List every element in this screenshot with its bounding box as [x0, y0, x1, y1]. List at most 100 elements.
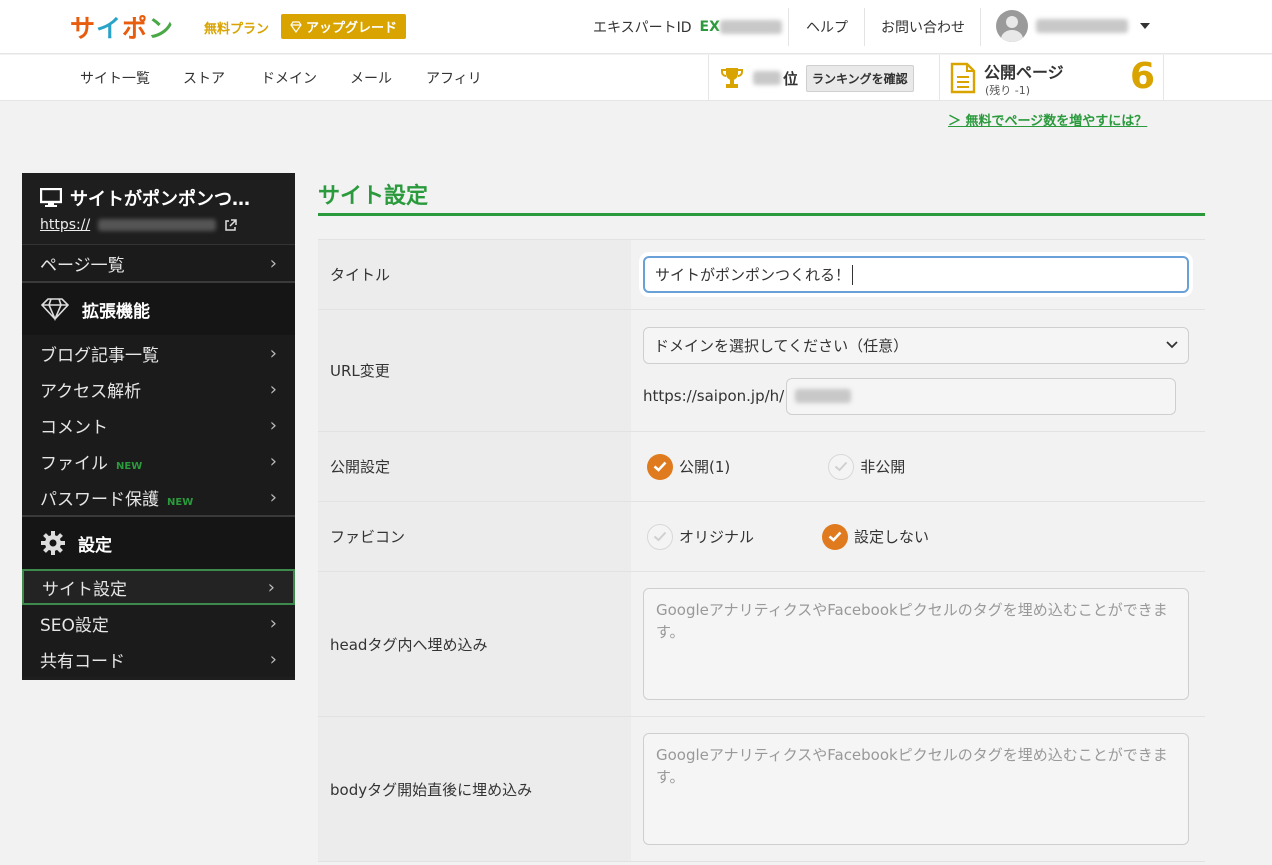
- sidebar-item-seo-settings[interactable]: SEO設定 ›: [22, 605, 295, 641]
- top-header: サイポン 無料プラン アップグレード エキスパートID EX ヘルプ お問い合わ…: [0, 0, 1272, 54]
- sidebar-item-shared-code[interactable]: 共有コード ›: [22, 641, 295, 677]
- expert-id-value: EX: [700, 19, 782, 35]
- chevron-right-icon: ›: [269, 450, 277, 472]
- new-badge: NEW: [167, 496, 194, 508]
- published-pages-box: 公開ページ (残り -1) 6: [940, 55, 1164, 101]
- text-cursor: [852, 264, 854, 285]
- domain-select[interactable]: ドメインを選択してください（任意）: [643, 326, 1189, 364]
- sub-navigation: サイト一覧 ストア ドメイン メール アフィリ 位 ランキングを確認 公開ページ…: [0, 55, 1272, 101]
- sidebar-heading-extensions: 拡張機能: [22, 281, 295, 335]
- sidebar-item-label: SEO設定: [40, 615, 109, 636]
- favicon-none-radio[interactable]: 設定しない: [822, 523, 930, 550]
- favicon-field-cell: オリジナル 設定しない: [631, 502, 1205, 571]
- contact-link[interactable]: お問い合わせ: [881, 17, 965, 37]
- row-head-embed: headタグ内へ埋め込み GoogleアナリティクスやFacebookピクセルの…: [318, 572, 1205, 717]
- nav-domain[interactable]: ドメイン: [261, 68, 317, 88]
- page-title: サイト設定: [318, 184, 429, 209]
- url-field-cell: ドメインを選択してください（任意） https://saipon.jp/h/: [631, 310, 1205, 431]
- heading-label: 設定: [78, 535, 112, 556]
- title-label: タイトル: [318, 240, 631, 309]
- sidebar: サイトがポンポンつ… https:// ページ一覧 › 拡張機能 ブログ記事一覧…: [22, 173, 295, 680]
- title-input-value: サイトがポンポンつくれる！: [655, 266, 851, 284]
- title-input[interactable]: サイトがポンポンつくれる！: [643, 256, 1189, 293]
- help-link[interactable]: ヘルプ: [806, 17, 848, 37]
- user-menu[interactable]: [996, 10, 1150, 42]
- publish-on-radio[interactable]: 公開(1): [647, 453, 731, 480]
- sidebar-item-blog-posts[interactable]: ブログ記事一覧 ›: [22, 335, 295, 371]
- chevron-right-icon: ›: [269, 378, 277, 400]
- publish-off-radio[interactable]: 非公開: [828, 453, 906, 480]
- gear-icon: [41, 531, 65, 555]
- sidebar-item-files[interactable]: ファイル NEW ›: [22, 443, 295, 479]
- sidebar-heading-settings: 設定: [22, 515, 295, 569]
- row-publish: 公開設定 公開(1) 非公開: [318, 432, 1205, 502]
- url-path-input[interactable]: [786, 377, 1177, 415]
- domain-select-value: ドメインを選択してください（任意）: [654, 336, 909, 355]
- published-pages-title: 公開ページ: [984, 63, 1064, 82]
- publish-label: 公開設定: [318, 432, 631, 501]
- sidebar-item-label: パスワード保護 NEW: [40, 489, 194, 510]
- header-divider: [980, 8, 981, 46]
- trophy-icon: [721, 68, 743, 88]
- head-embed-field-cell: GoogleアナリティクスやFacebookピクセルのタグを埋め込むことができま…: [631, 572, 1205, 716]
- sidebar-item-site-settings[interactable]: サイト設定 ›: [22, 569, 295, 605]
- sidebar-item-analytics[interactable]: アクセス解析 ›: [22, 371, 295, 407]
- ranking-box: 位 ランキングを確認: [708, 55, 940, 101]
- document-icon: [950, 62, 976, 94]
- site-url-link[interactable]: https://: [40, 217, 277, 233]
- check-icon: [822, 523, 849, 550]
- body-embed-textarea[interactable]: GoogleアナリティクスやFacebookピクセルのタグを埋め込むことができま…: [643, 733, 1189, 845]
- check-icon: [647, 453, 673, 480]
- check-icon: [647, 523, 673, 550]
- favicon-radio-group: オリジナル 設定しない: [643, 523, 1189, 550]
- body-embed-field-cell: GoogleアナリティクスやFacebookピクセルのタグを埋め込むことができま…: [631, 717, 1205, 861]
- sidebar-item-label: アクセス解析: [40, 381, 142, 402]
- publish-field-cell: 公開(1) 非公開: [631, 432, 1205, 501]
- sidebar-item-label: ページ一覧: [40, 255, 125, 276]
- chevron-down-icon: [1166, 341, 1178, 349]
- url-prefix: https://saipon.jp/h/: [643, 387, 785, 405]
- diamond-icon: [290, 20, 302, 33]
- sidebar-site-title: サイトがポンポンつ…: [40, 185, 277, 211]
- upgrade-button[interactable]: アップグレード: [281, 14, 406, 39]
- new-badge: NEW: [116, 460, 143, 472]
- head-embed-textarea[interactable]: GoogleアナリティクスやFacebookピクセルのタグを埋め込むことができま…: [643, 588, 1189, 700]
- nav-mail[interactable]: メール: [350, 68, 392, 88]
- body-embed-label: bodyタグ開始直後に埋め込み: [318, 717, 631, 861]
- row-body-embed: bodyタグ開始直後に埋め込み GoogleアナリティクスやFacebookピク…: [318, 717, 1205, 862]
- publish-off-label: 非公開: [860, 458, 906, 476]
- row-favicon: ファビコン オリジナル 設定しない: [318, 502, 1205, 572]
- row-title: タイトル サイトがポンポンつくれる！: [318, 240, 1205, 310]
- sidebar-item-label: コメント: [40, 417, 108, 438]
- check-ranking-button[interactable]: ランキングを確認: [806, 64, 914, 92]
- site-title-text: サイトがポンポンつ…: [70, 189, 250, 210]
- sidebar-item-comments[interactable]: コメント ›: [22, 407, 295, 443]
- sidebar-item-password[interactable]: パスワード保護 NEW ›: [22, 479, 295, 515]
- chevron-right-icon: ›: [269, 414, 277, 436]
- title-field-cell: サイトがポンポンつくれる！: [631, 240, 1205, 309]
- user-name: [1036, 19, 1128, 33]
- favicon-original-radio[interactable]: オリジナル: [647, 523, 754, 550]
- site-url-text: https://: [40, 217, 91, 233]
- monitor-icon: [40, 188, 62, 207]
- chevron-right-icon: ›: [269, 648, 277, 670]
- chevron-right-icon: ›: [269, 342, 277, 364]
- favicon-none-label: 設定しない: [854, 528, 930, 546]
- saipon-logo[interactable]: サイポン: [70, 10, 174, 44]
- caret-down-icon: [1140, 23, 1150, 29]
- header-divider: [788, 8, 789, 46]
- chevron-right-icon: ›: [269, 486, 277, 508]
- sidebar-item-page-list[interactable]: ページ一覧 ›: [22, 245, 295, 281]
- increase-pages-link[interactable]: ＞ 無料でページ数を増やすには？: [948, 110, 1147, 129]
- diamond-icon: [40, 298, 70, 321]
- expert-label: エキスパートID: [593, 20, 692, 36]
- publish-radio-group: 公開(1) 非公開: [643, 453, 1189, 480]
- chevron-right-icon: ›: [269, 252, 277, 274]
- chevron-right-icon: ›: [269, 612, 277, 634]
- nav-site-list[interactable]: サイト一覧: [80, 68, 150, 88]
- publish-on-label: 公開(1): [679, 458, 731, 476]
- pages-count: 6: [1130, 56, 1156, 97]
- nav-store[interactable]: ストア: [183, 68, 225, 88]
- chevron-right-icon: ›: [267, 576, 275, 598]
- nav-affiliate[interactable]: アフィリ: [426, 68, 482, 88]
